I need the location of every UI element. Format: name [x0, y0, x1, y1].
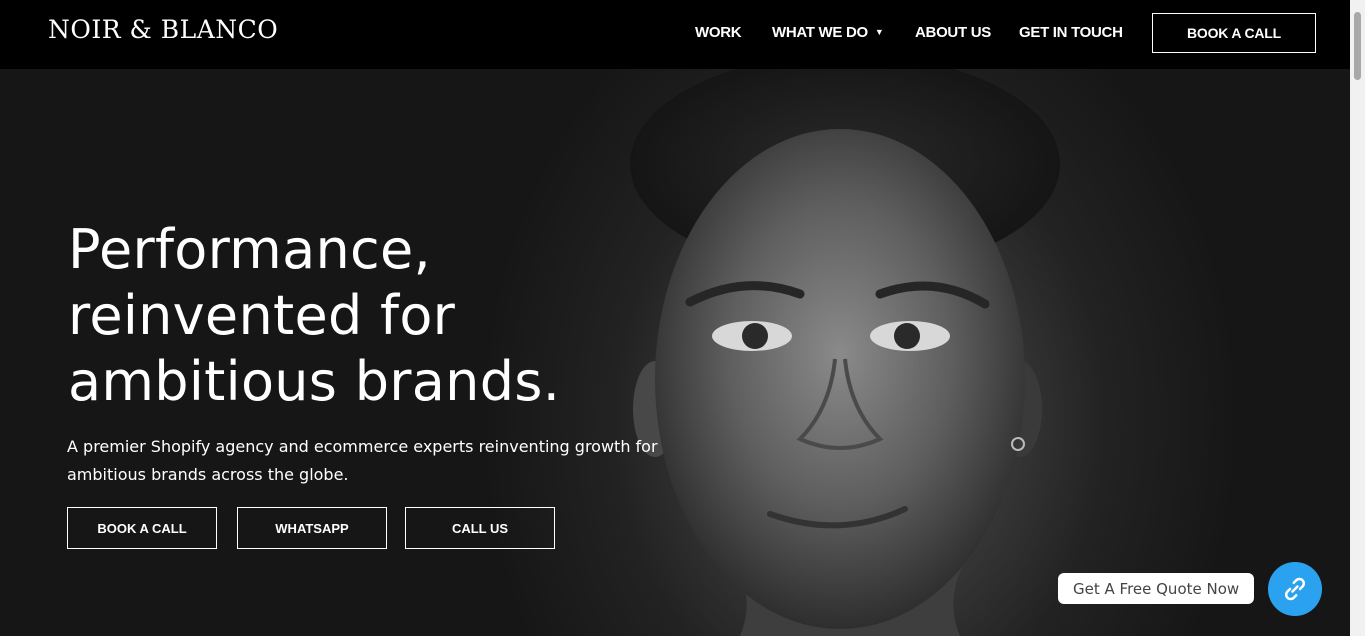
link-icon	[1284, 577, 1306, 601]
nav-what-we-do[interactable]: WHAT WE DO ▼	[772, 24, 884, 41]
call-us-button[interactable]: CALL US	[405, 507, 555, 549]
hero-headline-line: Performance,	[68, 218, 431, 281]
nav-work[interactable]: WORK	[695, 24, 742, 41]
site-logo[interactable]: NOIR & BLANCO	[48, 15, 278, 44]
book-call-header-button[interactable]: BOOK A CALL	[1152, 13, 1316, 53]
scrollbar-thumb[interactable]	[1354, 12, 1361, 80]
chevron-down-icon: ▼	[874, 27, 884, 37]
hero-headline-line: reinvented for	[68, 284, 456, 347]
hero-subtitle: A premier Shopify agency and ecommerce e…	[67, 437, 658, 484]
whatsapp-button[interactable]: WHATSAPP	[237, 507, 387, 549]
site-header: NOIR & BLANCO WORK WHAT WE DO ▼ ABOUT US …	[0, 0, 1350, 69]
nav-get-in-touch[interactable]: GET IN TOUCH	[1019, 24, 1123, 41]
nav-what-we-do-label: WHAT WE DO	[772, 24, 868, 41]
hero-section: Performance, reinvented for ambitious br…	[0, 69, 1350, 636]
hero-headline: Performance, reinvented for ambitious br…	[68, 217, 560, 415]
free-quote-button[interactable]	[1268, 562, 1322, 616]
book-call-button[interactable]: BOOK A CALL	[67, 507, 217, 549]
page-scrollbar[interactable]	[1350, 0, 1365, 636]
nav-about-us[interactable]: ABOUT US	[915, 24, 991, 41]
hero-headline-line: ambitious brands.	[68, 350, 561, 413]
free-quote-label[interactable]: Get A Free Quote Now	[1058, 573, 1255, 604]
